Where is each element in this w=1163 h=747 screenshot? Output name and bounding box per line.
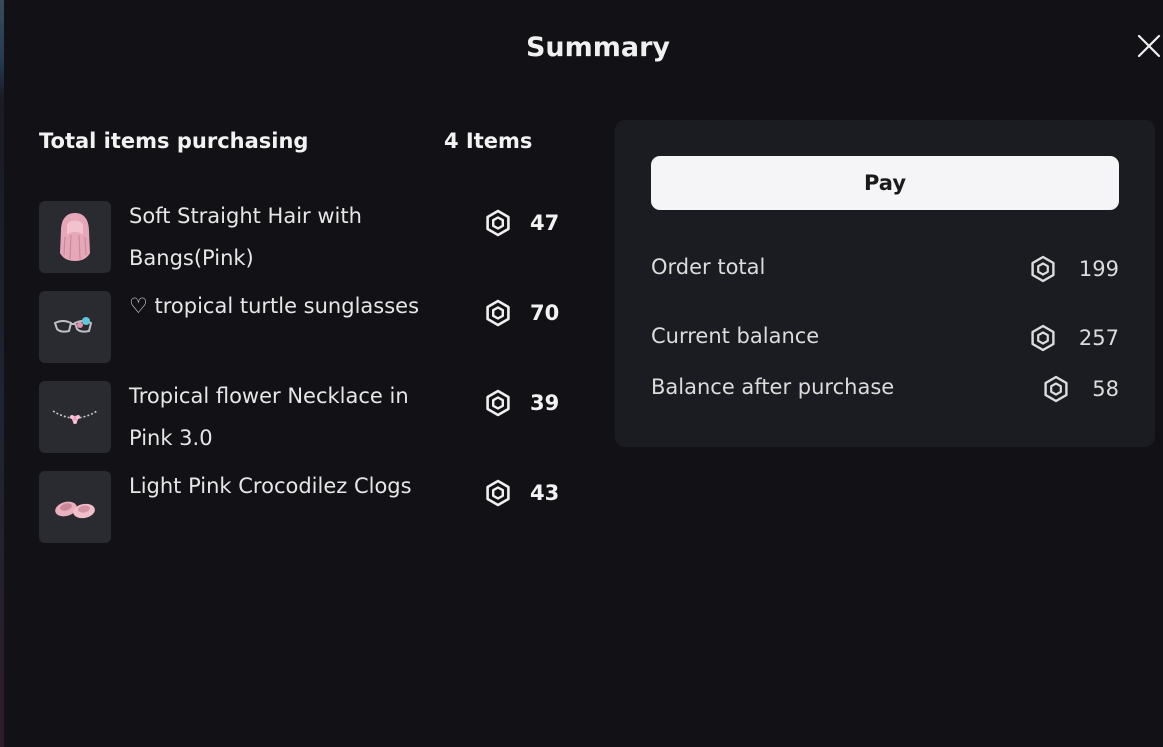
balance-after-value: 58	[1092, 377, 1119, 401]
item-name: Soft Straight Hair with Bangs(Pink)	[129, 204, 362, 270]
balance-after-row: Balance after purchase 58	[651, 373, 1119, 405]
items-header-label: Total items purchasing	[39, 129, 309, 153]
necklace-thumbnail	[39, 381, 111, 453]
robux-icon	[1042, 375, 1070, 403]
modal-title: Summary	[525, 32, 671, 63]
current-balance-value: 257	[1078, 326, 1119, 350]
item-price-value: 43	[530, 481, 560, 505]
order-total-value: 199	[1078, 257, 1119, 281]
item-name: Tropical flower Necklace in Pink 3.0	[129, 384, 409, 450]
items-header: Total items purchasing 4 Items	[39, 129, 534, 153]
item-price-value: 47	[530, 211, 560, 235]
order-total-label: Order total	[651, 255, 766, 279]
list-item: Tropical flower Necklace in Pink 3.0 39	[39, 381, 574, 453]
item-price: 70	[484, 298, 559, 328]
close-icon	[1137, 34, 1161, 58]
robux-icon	[1029, 255, 1057, 283]
sunglasses-thumbnail	[39, 291, 111, 363]
order-summary-panel: Pay Order total 199 Current balance 257 …	[615, 120, 1155, 447]
list-item: Soft Straight Hair with Bangs(Pink) 47	[39, 201, 574, 273]
item-price: 43	[484, 478, 559, 508]
item-name: Light Pink Crocodilez Clogs	[129, 474, 412, 498]
close-button[interactable]	[1135, 32, 1163, 60]
robux-icon	[484, 389, 512, 417]
item-price-value: 39	[530, 391, 560, 415]
current-balance-label: Current balance	[651, 324, 820, 348]
item-price: 39	[484, 388, 559, 418]
robux-icon	[484, 479, 512, 507]
current-balance-value-group: 257	[1029, 322, 1119, 354]
pay-button[interactable]: Pay	[651, 156, 1119, 210]
purchase-summary-modal: Summary Total items purchasing 4 Items S…	[0, 0, 1163, 747]
item-name: ♡ tropical turtle sunglasses	[129, 294, 420, 318]
order-total-row: Order total 199	[651, 253, 1119, 285]
items-count: 4 Items	[444, 129, 533, 153]
current-balance-row: Current balance 257	[651, 322, 1119, 354]
background-edge	[0, 0, 4, 747]
item-price: 47	[484, 208, 559, 238]
robux-icon	[484, 209, 512, 237]
pink-hair-thumbnail	[39, 201, 111, 273]
balance-after-label: Balance after purchase	[651, 375, 895, 399]
balance-after-value-group: 58	[1042, 373, 1119, 405]
robux-icon	[484, 299, 512, 327]
clogs-thumbnail	[39, 471, 111, 543]
list-item: Light Pink Crocodilez Clogs 43	[39, 471, 574, 543]
robux-icon	[1029, 324, 1057, 352]
item-price-value: 70	[530, 301, 560, 325]
order-total-value-group: 199	[1029, 253, 1119, 285]
list-item: ♡ tropical turtle sunglasses 70	[39, 291, 574, 363]
